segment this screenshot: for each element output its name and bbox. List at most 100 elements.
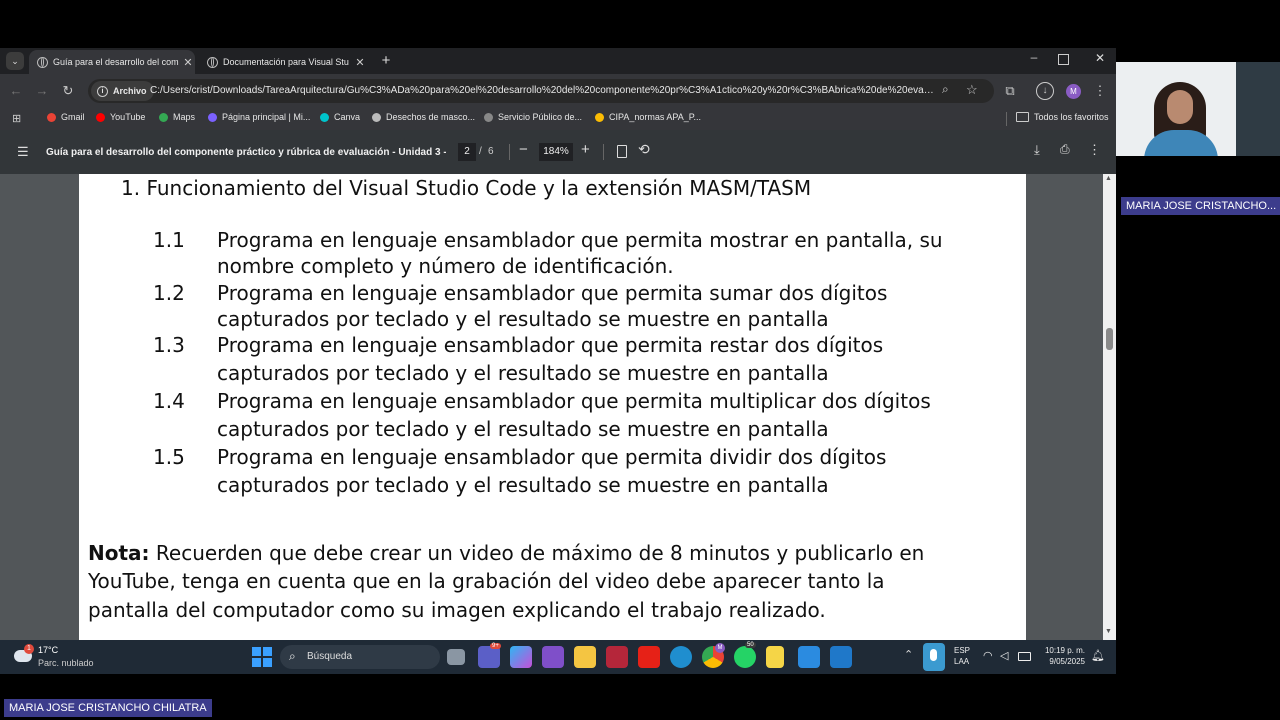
pdf-more-button[interactable]: ⋮: [1088, 142, 1101, 158]
clock[interactable]: 10:19 p. m. 9/05/2025: [1040, 645, 1085, 667]
bookmark-label: CIPA_normas APA_P...: [609, 112, 702, 122]
download-icon: ⤓: [1034, 142, 1040, 157]
note-line: YouTube, tenga en cuenta que en la graba…: [88, 569, 885, 593]
store-icon[interactable]: [798, 646, 820, 668]
pdf-menu-icon[interactable]: ☰: [17, 144, 29, 160]
bookmark-canva[interactable]: Canva: [320, 112, 360, 122]
youtube-icon[interactable]: [638, 646, 660, 668]
all-bookmarks-folder[interactable]: Todos los favoritos: [1016, 112, 1109, 122]
gmail-icon: [47, 112, 56, 122]
battery-icon[interactable]: [1018, 652, 1031, 661]
rotate-button[interactable]: ⟲: [638, 141, 650, 158]
bookmark-desechos[interactable]: Desechos de masco...: [372, 112, 475, 122]
pdf-print-button[interactable]: ⎙: [1060, 142, 1070, 157]
file-chip[interactable]: i Archivo: [91, 81, 154, 101]
edge-icon[interactable]: [670, 646, 692, 668]
bookmark-youtube[interactable]: YouTube: [96, 112, 145, 122]
language-code: ESP: [954, 646, 971, 655]
microphone-indicator[interactable]: [923, 643, 945, 671]
weather-widget[interactable]: 1 17°C Parc. nublado: [12, 644, 102, 672]
wifi-icon[interactable]: ◠: [983, 649, 993, 662]
scroll-up-arrow-icon[interactable]: ▲: [1105, 175, 1112, 182]
winrar-icon[interactable]: [606, 646, 628, 668]
bookmark-maps[interactable]: Maps: [159, 112, 195, 122]
pdf-download-button[interactable]: ⤓: [1034, 142, 1040, 158]
fit-page-button[interactable]: [617, 145, 627, 158]
language-indicator[interactable]: ESP LAA: [954, 645, 970, 667]
task-view-icon[interactable]: [447, 649, 465, 665]
more-vertical-icon: ⋮: [1088, 142, 1101, 157]
browser-window: ⌄ Guía para el desarrollo del com ✕ Docu…: [0, 48, 1116, 640]
pdf-viewer[interactable]: 1. Funcionamiento del Visual Studio Code…: [0, 174, 1116, 640]
close-window-button[interactable]: ✕: [1090, 51, 1110, 71]
note-line: Nota: Recuerden que debe crear un video …: [88, 541, 924, 565]
item-number: 1.3: [153, 333, 185, 357]
page-separator: /: [479, 146, 482, 157]
minimize-button[interactable]: –: [1024, 50, 1044, 70]
vscode-icon[interactable]: [830, 646, 852, 668]
address-bar[interactable]: i Archivo C:/Users/crist/Downloads/Tarea…: [88, 79, 994, 103]
pdf-scrollbar[interactable]: ▲ ▼: [1103, 174, 1116, 640]
pdf-page: 1. Funcionamiento del Visual Studio Code…: [79, 174, 1026, 640]
tab-label: Guía para el desarrollo del com: [53, 57, 179, 67]
visual-studio-icon[interactable]: [542, 646, 564, 668]
tab-strip: ⌄ Guía para el desarrollo del com ✕ Docu…: [0, 48, 1116, 74]
teams-icon[interactable]: 9+: [478, 643, 501, 668]
taskbar-search[interactable]: ⌕ Búsqueda: [280, 645, 440, 669]
globe-icon: [207, 56, 218, 68]
webcam-person-face: [1167, 90, 1193, 124]
bookmark-cipa[interactable]: CIPA_normas APA_P...: [595, 112, 701, 122]
zoom-out-button[interactable]: −: [519, 141, 528, 158]
item-number: 1.4: [153, 389, 185, 413]
apps-grid-icon[interactable]: ⊞: [12, 112, 21, 125]
bookmarks-bar: ⊞ Gmail YouTube Maps Página principal | …: [0, 108, 1116, 130]
scroll-down-arrow-icon[interactable]: ▼: [1105, 628, 1112, 635]
page-total: 6: [488, 146, 494, 157]
copilot-icon[interactable]: [510, 646, 532, 668]
bookmark-pagina-principal[interactable]: Página principal | Mi...: [208, 112, 310, 122]
file-explorer-icon[interactable]: [574, 646, 596, 668]
show-hidden-icons-chevron-up-icon[interactable]: ⌃: [904, 648, 913, 661]
reload-button[interactable]: ↻: [58, 81, 78, 101]
webcam-door: [1236, 62, 1280, 156]
search-placeholder: Búsqueda: [307, 651, 353, 662]
notes-icon[interactable]: [766, 646, 784, 668]
whatsapp-icon[interactable]: 50: [734, 642, 756, 668]
zoom-level-input[interactable]: 184%: [539, 143, 573, 161]
chrome-icon[interactable]: M: [702, 643, 725, 668]
arrow-right-icon: →: [35, 83, 49, 98]
close-tab-icon[interactable]: ✕: [353, 56, 367, 69]
scrollbar-thumb[interactable]: [1106, 328, 1113, 350]
zoom-in-button[interactable]: +: [581, 141, 590, 158]
close-tab-icon[interactable]: ✕: [181, 56, 195, 69]
profile-avatar[interactable]: M: [1066, 84, 1081, 99]
back-button[interactable]: ←: [6, 81, 26, 101]
start-button[interactable]: [252, 647, 272, 667]
globe-icon: [37, 56, 48, 68]
zoom-icon[interactable]: ⌕: [942, 82, 949, 97]
new-tab-button[interactable]: +: [377, 52, 395, 70]
restore-button[interactable]: [1058, 54, 1069, 65]
bookmark-label: Maps: [173, 112, 196, 122]
notification-bell-icon[interactable]: 🔔︎: [1091, 649, 1105, 662]
volume-icon[interactable]: ◁: [1000, 649, 1008, 662]
forward-button[interactable]: →: [32, 81, 52, 101]
download-icon[interactable]: ↓: [1036, 82, 1054, 100]
bookmark-star-icon[interactable]: ☆: [966, 82, 978, 98]
tab-documentacion[interactable]: Documentación para Visual Stu ✕: [199, 50, 367, 74]
plus-icon: +: [381, 52, 391, 69]
tab-guia[interactable]: Guía para el desarrollo del com ✕: [29, 50, 195, 74]
more-menu-icon[interactable]: ⋮: [1090, 81, 1110, 101]
url-text[interactable]: C:/Users/crist/Downloads/TareaArquitectu…: [150, 85, 934, 96]
windows-taskbar: 1 17°C Parc. nublado ⌕ Búsqueda 9+ M 50 …: [0, 640, 1116, 674]
arrow-left-icon: ←: [9, 83, 23, 98]
bookmark-servicio-publico[interactable]: Servicio Público de...: [484, 112, 582, 122]
minus-icon: −: [519, 141, 528, 158]
page-number-input[interactable]: 2: [458, 143, 476, 161]
participant-name-tag-short: MARIA JOSE CRISTANCHO...: [1121, 197, 1280, 215]
tab-search-button[interactable]: ⌄: [6, 52, 24, 70]
microphone-icon: [930, 649, 937, 661]
extensions-icon[interactable]: ⧉: [1000, 81, 1020, 101]
bookmark-gmail[interactable]: Gmail: [47, 112, 85, 122]
bookmarks-divider: [1006, 112, 1007, 126]
